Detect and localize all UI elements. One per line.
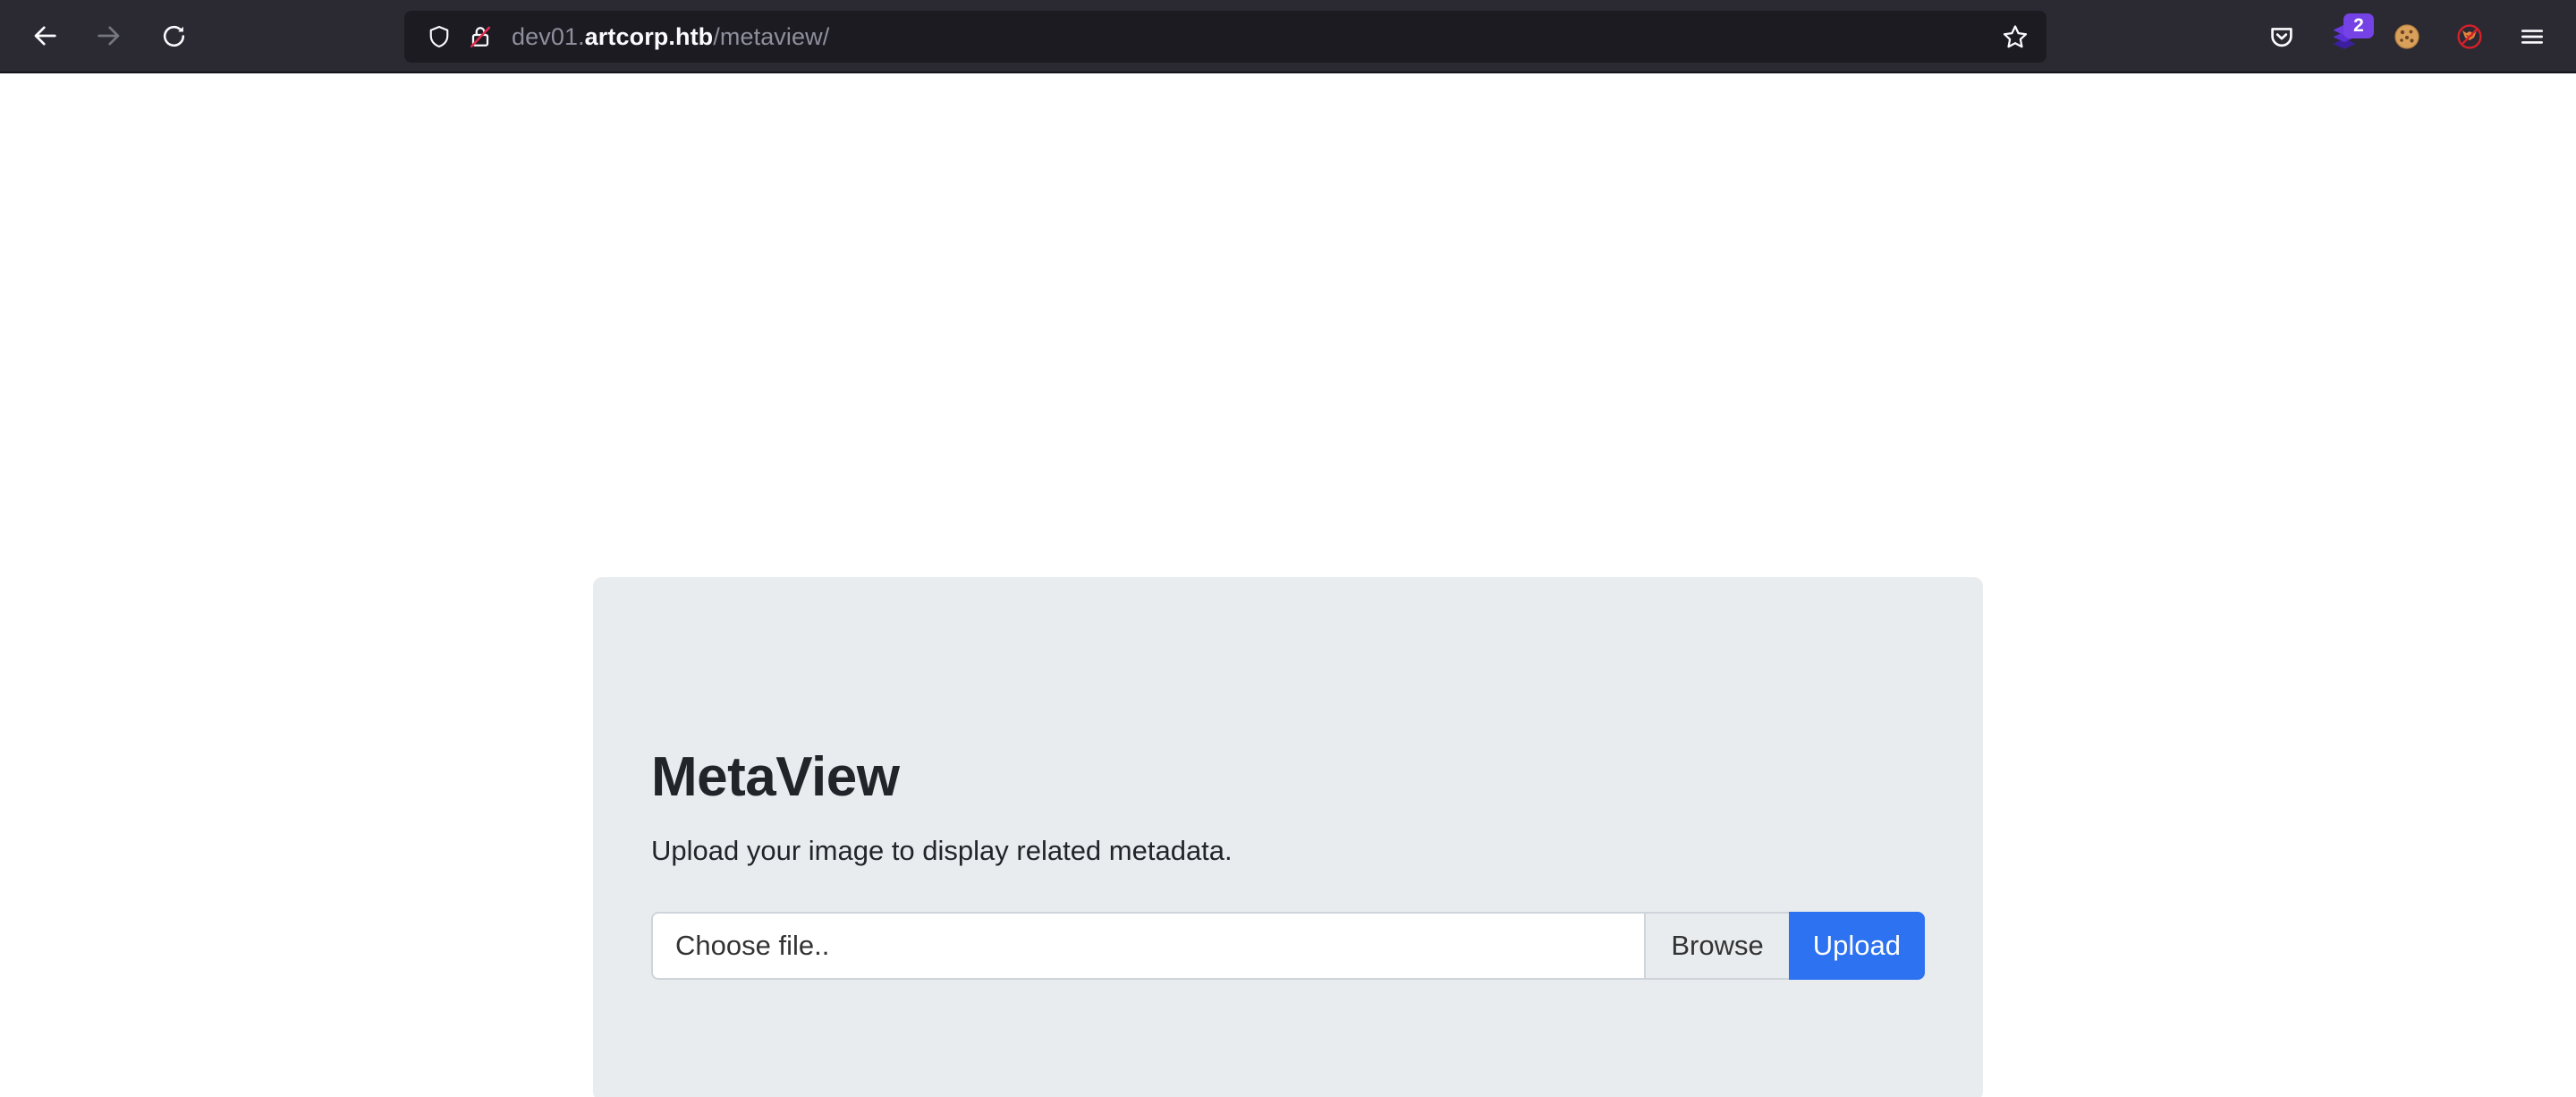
extension-layers-icon[interactable]: 2 xyxy=(2313,9,2376,64)
file-input[interactable]: Choose file.. xyxy=(651,912,1645,981)
navigation-buttons xyxy=(0,8,206,64)
toolbar-right-group: 2 xyxy=(2250,0,2563,73)
url-path: /metaview/ xyxy=(713,22,830,50)
url-host: artcorp.htb xyxy=(584,22,714,50)
url-bar[interactable]: dev01.artcorp.htb/metaview/ xyxy=(404,11,2046,63)
card-inner: MetaView Upload your image to display re… xyxy=(651,746,1925,981)
upload-form: Choose file.. Browse Upload xyxy=(651,912,1925,981)
metaview-card: MetaView Upload your image to display re… xyxy=(593,577,1983,1097)
cookie-icon[interactable] xyxy=(2376,9,2438,64)
arrow-right-icon xyxy=(97,26,120,46)
padlock-crossed-icon[interactable] xyxy=(460,16,501,57)
hamburger-menu-icon[interactable] xyxy=(2501,9,2563,64)
arrow-left-icon xyxy=(34,26,56,46)
pocket-icon[interactable] xyxy=(2250,9,2313,64)
url-text[interactable]: dev01.artcorp.htb/metaview/ xyxy=(512,23,1993,51)
back-button[interactable] xyxy=(13,8,77,64)
browser-toolbar: dev01.artcorp.htb/metaview/ 2 xyxy=(0,0,2576,73)
no-fox-icon[interactable] xyxy=(2438,9,2501,64)
shield-icon[interactable] xyxy=(419,16,460,57)
browse-button[interactable]: Browse xyxy=(1644,912,1789,981)
page-subtitle: Upload your image to display related met… xyxy=(651,835,1233,867)
extension-badge-count: 2 xyxy=(2343,13,2374,38)
star-icon[interactable] xyxy=(1993,14,2038,59)
upload-button[interactable]: Upload xyxy=(1788,912,1925,981)
page-title: MetaView xyxy=(651,746,900,808)
reload-button[interactable] xyxy=(141,8,206,64)
page-content: MetaView Upload your image to display re… xyxy=(0,73,2576,1097)
reload-icon xyxy=(163,25,184,47)
url-prefix: dev01. xyxy=(512,22,585,50)
forward-button[interactable] xyxy=(77,8,141,64)
